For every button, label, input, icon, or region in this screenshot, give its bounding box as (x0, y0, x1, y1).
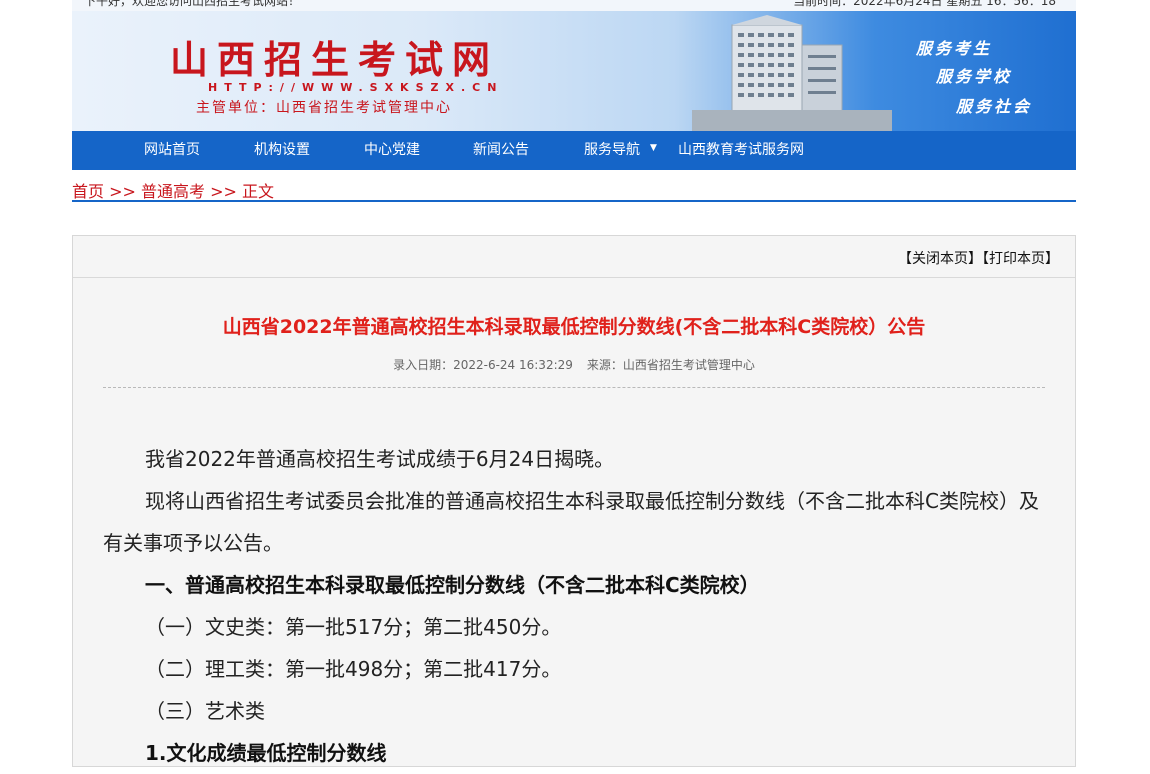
nav-news[interactable]: 新闻公告 (473, 131, 529, 170)
nav-exam-service[interactable]: 山西教育考试服务网 (678, 131, 804, 170)
nav-home[interactable]: 网站首页 (144, 131, 200, 170)
paragraph: 现将山西省招生考试委员会批准的普通高校招生本科录取最低控制分数线（不含二批本科C… (103, 489, 1039, 555)
slogan-schools: 服务学校 (936, 67, 1013, 86)
main-nav: 网站首页 机构设置 中心党建 新闻公告 服务导航 ▼ 山西教育考试服务网 (72, 131, 1076, 170)
caret-down-icon: ▼ (650, 143, 657, 153)
close-page-button[interactable]: 【关闭本页】 (898, 251, 982, 267)
article-title: 山西省2022年普通高校招生本科录取最低控制分数线(不含二批本科C类院校）公告 (222, 316, 926, 338)
greeting-text: 下午好，欢迎您访问山西招生考试网站！ (84, 0, 301, 8)
breadcrumb-sep: >> (109, 182, 136, 201)
building-image (692, 15, 892, 131)
site-banner: 山西招生考试网 HTTP://WWW.SXKSZX.CN 主管单位：山西省招生考… (72, 11, 1076, 131)
paragraph: （三）艺术类 (145, 699, 265, 723)
article-source: 来源：山西省招生考试管理中心 (586, 358, 755, 372)
nav-party-building[interactable]: 中心党建 (364, 131, 420, 170)
section-heading: 一、普通高校招生本科录取最低控制分数线（不含二批本科C类院校） (145, 573, 760, 597)
site-logo-title: 山西招生考试网 (170, 37, 500, 82)
sub-heading: 1.文化成绩最低控制分数线 (145, 741, 387, 765)
paragraph: （一）文史类：第一批517分；第二批450分。 (145, 615, 562, 639)
slogan-society: 服务社会 (956, 97, 1033, 116)
article-box: 【关闭本页】【打印本页】 山西省2022年普通高校招生本科录取最低控制分数线(不… (72, 235, 1076, 767)
article-body: 我省2022年普通高校招生考试成绩于6月24日揭晓。 现将山西省招生考试委员会批… (103, 438, 1045, 774)
breadcrumb-current: 正文 (242, 182, 275, 201)
article-toolbar: 【关闭本页】【打印本页】 (73, 236, 1075, 278)
site-url: HTTP://WWW.SXKSZX.CN (208, 81, 504, 94)
top-info-bar: 下午好，欢迎您访问山西招生考试网站！ 当前时间：2022年6月24日 星期五 1… (72, 0, 1076, 11)
print-page-button[interactable]: 【打印本页】 (982, 251, 1059, 267)
slogan-students: 服务考生 (916, 39, 993, 58)
breadcrumb-home[interactable]: 首页 (72, 182, 104, 201)
breadcrumb-sep: >> (210, 182, 237, 201)
nav-service-guide[interactable]: 服务导航 ▼ (584, 131, 657, 170)
article-meta: 录入日期：2022-6-24 16:32:29 来源：山西省招生考试管理中心 (73, 356, 1075, 373)
nav-organization[interactable]: 机构设置 (254, 131, 310, 170)
article-date: 录入日期：2022-6-24 16:32:29 (393, 358, 573, 372)
divider (103, 387, 1045, 388)
current-time: 当前时间：2022年6月24日 星期五 16：56：18 (793, 0, 1056, 8)
breadcrumb: 首页 >> 普通高考 >> 正文 (72, 178, 1076, 202)
breadcrumb-section[interactable]: 普通高考 (141, 182, 205, 201)
paragraph: 我省2022年普通高校招生考试成绩于6月24日揭晓。 (145, 447, 615, 471)
nav-service-guide-label: 服务导航 (584, 142, 640, 158)
paragraph: （二）理工类：第一批498分；第二批417分。 (145, 657, 562, 681)
sponsor-text: 主管单位：山西省招生考试管理中心 (196, 100, 452, 116)
